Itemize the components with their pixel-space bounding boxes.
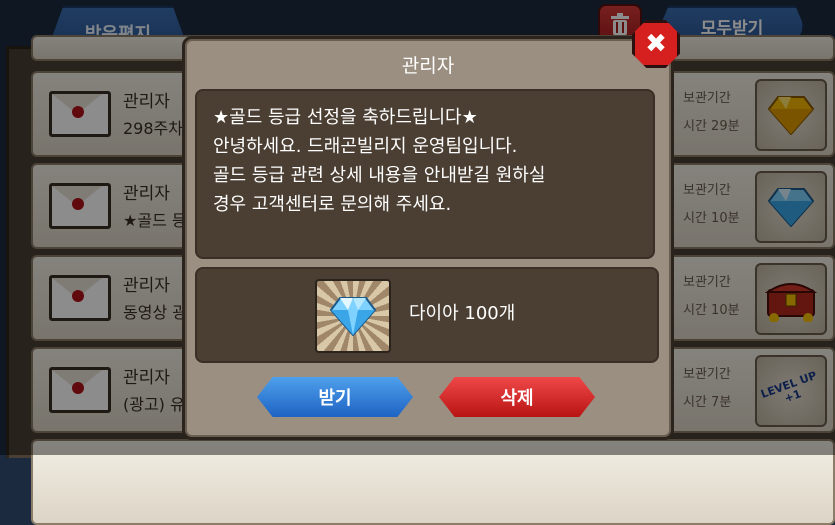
diamond-icon: [329, 297, 377, 336]
delete-button[interactable]: 삭제: [439, 377, 595, 417]
message-line: 안녕하세요. 드래곤빌리지 운영팀입니다.: [213, 136, 518, 157]
close-button[interactable]: ✖: [632, 20, 680, 68]
message-body: ★골드 등급 선정을 축하드립니다★ 안녕하세요. 드래곤빌리지 운영팀입니다.…: [195, 89, 655, 259]
message-line: 골드 등급 관련 상세 내용을 안내받길 원하실: [213, 165, 546, 186]
close-icon: ✖: [645, 29, 667, 59]
message-line: 경우 고객센터로 문의해 주세요.: [213, 194, 452, 215]
reward-icon-frame: [315, 279, 391, 353]
reward-row: 다이아 100개: [195, 267, 659, 363]
reward-label: 다이아 100개: [409, 303, 516, 324]
message-line: ★골드 등급 선정을 축하드립니다★: [213, 107, 478, 128]
modal-title: 관리자: [401, 54, 455, 77]
mail-detail-modal: 관리자 ★골드 등급 선정을 축하드립니다★ 안녕하세요. 드래곤빌리지 운영팀…: [182, 36, 674, 440]
receive-button[interactable]: 받기: [257, 377, 413, 417]
